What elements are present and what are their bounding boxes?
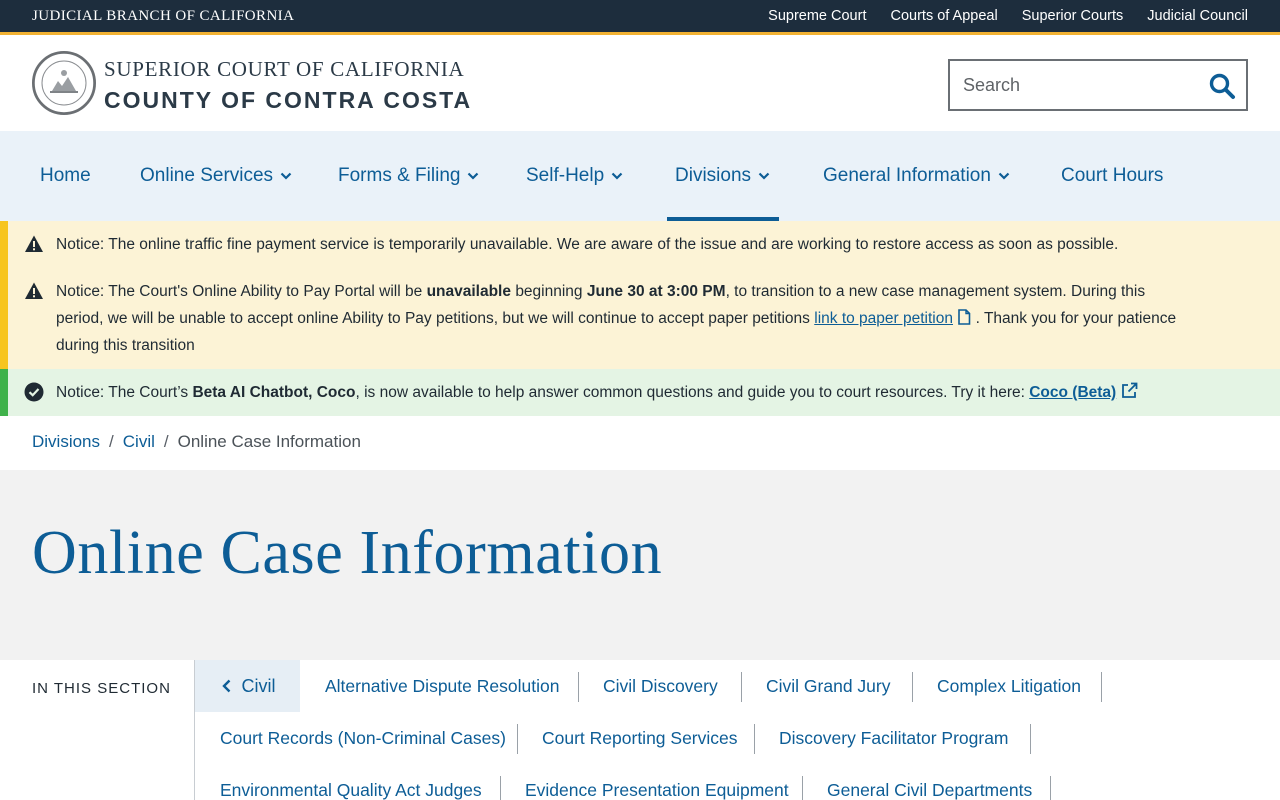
nav-label: Divisions [675,165,752,186]
check-circle-icon [24,382,44,402]
nav-forms-filing[interactable]: Forms & Filing [338,131,480,221]
supreme-court-link[interactable]: Supreme Court [768,8,866,24]
notice-bold-date: June 30 at 3:00 PM [586,283,726,300]
back-to-civil-button[interactable]: Civil [195,660,300,712]
nav-divisions[interactable]: Divisions [666,131,780,221]
courts-of-appeal-link[interactable]: Courts of Appeal [890,8,997,24]
breadcrumb-civil[interactable]: Civil [123,432,155,452]
notice-bold-chatbot: Beta AI Chatbot, Coco [192,384,356,401]
court-title-line2[interactable]: COUNTY OF CONTRA COSTA [104,87,472,114]
branch-title[interactable]: JUDICIAL BRANCH OF CALIFORNIA [32,8,294,25]
court-seal-logo[interactable] [32,51,96,115]
court-title-line1[interactable]: SUPERIOR COURT OF CALIFORNIA [104,57,464,82]
section-link-civil-discovery[interactable]: Civil Discovery [603,671,718,701]
section-link-court-records[interactable]: Court Records (Non-Criminal Cases) [220,723,506,753]
divider [500,776,501,800]
nav-label: Online Services [140,165,274,186]
notice-prefix: Notice: [56,283,105,300]
site-header: SUPERIOR COURT OF CALIFORNIA COUNTY OF C… [0,38,1280,131]
notice-traffic-fine: Notice: The online traffic fine payment … [8,221,1280,258]
document-icon [958,309,971,325]
section-link-adr[interactable]: Alternative Dispute Resolution [325,671,559,701]
section-link-complex-litigation[interactable]: Complex Litigation [937,671,1081,701]
search-input[interactable]: Search [963,75,1020,96]
divider [741,672,742,702]
alert-notices: Notice: The online traffic fine payment … [0,221,1280,369]
search-box[interactable]: Search [948,59,1248,111]
page-title: Online Case Information [32,519,663,587]
info-notice: Notice: The Court’s Beta AI Chatbot, Coc… [0,369,1280,416]
section-navigation: Civil Alternative Dispute Resolution Civ… [194,660,1280,800]
notice-text: beginning [515,283,583,300]
breadcrumb: Divisions / Civil / Online Case Informat… [32,432,361,452]
external-link-icon [1121,382,1137,398]
section-link-court-reporting[interactable]: Court Reporting Services [542,723,738,753]
chevron-left-icon [221,679,230,693]
paper-petition-link[interactable]: link to paper petition [814,310,953,327]
nav-home[interactable]: Home [40,131,91,221]
breadcrumb-separator: / [109,432,114,451]
notice-prefix: Notice: [56,236,105,253]
back-label: Civil [241,675,276,696]
nav-label: General Information [823,165,991,186]
section-label: IN THIS SECTION [32,680,171,697]
breadcrumb-current: Online Case Information [177,432,361,451]
notice-ability-to-pay: Notice: The Court's Online Ability to Pa… [8,258,1280,359]
chevron-down-icon [280,172,292,180]
utility-bar: JUDICIAL BRANCH OF CALIFORNIA Supreme Co… [0,0,1280,35]
divider [802,776,803,800]
divider [1050,776,1051,800]
divider [1101,672,1102,702]
nav-label: Court Hours [1061,165,1164,186]
divider [912,672,913,702]
breadcrumb-divisions[interactable]: Divisions [32,432,100,452]
warning-icon [25,282,43,299]
notice-chatbot: Notice: The Court’s Beta AI Chatbot, Coc… [8,369,1280,406]
page-hero: Online Case Information [0,470,1280,660]
chevron-down-icon [758,172,770,180]
chevron-down-icon [468,172,479,180]
divider [1030,724,1031,754]
chevron-down-icon [611,172,623,180]
notice-text: The Court's Online Ability to Pay Portal… [108,283,423,300]
nav-court-hours[interactable]: Court Hours [1061,131,1163,221]
nav-general-information[interactable]: General Information [823,131,1011,221]
warning-icon [25,235,43,252]
main-navigation: Home Online Services Forms & Filing Self… [0,131,1280,221]
nav-online-services[interactable]: Online Services [140,131,293,221]
divider [754,724,755,754]
divider [517,724,518,754]
notice-text: , is now available to help answer common… [355,384,1025,401]
nav-label: Home [40,165,91,186]
chevron-down-icon [998,172,1010,180]
superior-courts-link[interactable]: Superior Courts [1022,8,1124,24]
notice-prefix: Notice: [56,384,105,401]
breadcrumb-separator: / [163,432,169,451]
utility-links: Supreme Court Courts of Appeal Superior … [768,8,1248,24]
judicial-council-link[interactable]: Judicial Council [1147,8,1248,24]
section-link-civil-grand-jury[interactable]: Civil Grand Jury [766,671,890,701]
section-link-discovery-facilitator[interactable]: Discovery Facilitator Program [779,723,1009,753]
notice-text: The online traffic fine payment service … [108,236,1119,253]
divider [578,672,579,702]
search-icon[interactable] [1208,72,1236,100]
section-link-environmental-quality[interactable]: Environmental Quality Act Judges [220,775,482,800]
notice-text: The Court’s [108,384,189,401]
notice-bold-unavailable: unavailable [426,283,511,300]
coco-beta-link[interactable]: Coco (Beta) [1029,384,1116,401]
nav-label: Forms & Filing [338,165,461,186]
nav-self-help[interactable]: Self-Help [526,131,624,221]
section-link-evidence-presentation[interactable]: Evidence Presentation Equipment [525,775,789,800]
section-link-general-civil[interactable]: General Civil Departments [827,775,1032,800]
nav-label: Self-Help [526,165,605,186]
